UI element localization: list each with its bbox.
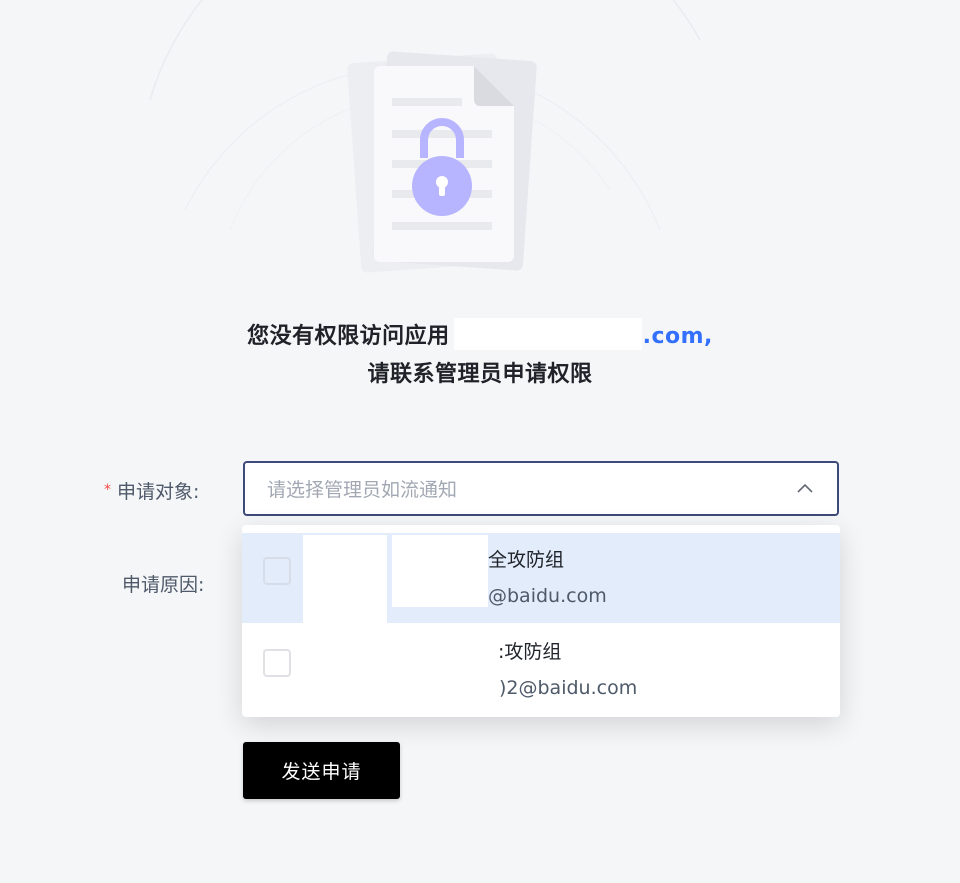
redaction-mask [303,535,387,625]
redaction-mask [392,535,488,607]
redaction-mask [303,625,499,717]
admin-dropdown: 全攻防组 @baidu.com :攻防组 )2@baidu.com [242,525,840,717]
target-label-text: 申请对象: [117,481,200,503]
permission-denied-message: 您没有权限访问应用 .com, [0,318,960,353]
option-group-name: 全攻防组 [488,549,565,571]
redacted-app-name [453,318,642,350]
option-email: @baidu.com [488,585,607,607]
admin-select[interactable]: 请选择管理员如流通知 [243,461,839,516]
option-checkbox[interactable] [263,649,291,677]
permission-page: 您没有权限访问应用 .com, 请联系管理员申请权限 * 申请对象: 请选择管理员如… [0,0,960,883]
contact-admin-message: 请联系管理员申请权限 [367,362,593,387]
option-email: )2@baidu.com [499,677,638,699]
locked-document-icon [347,51,537,273]
message-prefix: 您没有权限访问应用 [247,324,450,349]
reason-label: 申请原因: [122,574,205,596]
target-label: * 申请对象: [104,477,199,504]
submit-request-button[interactable]: 发送申请 [243,742,400,799]
option-group-name: :攻防组 [498,641,562,663]
option-checkbox[interactable] [263,557,291,585]
app-name-suffix: .com, [642,324,713,349]
chevron-up-icon[interactable] [795,479,815,499]
admin-select-placeholder: 请选择管理员如流通知 [267,479,458,501]
required-asterisk: * [104,482,111,498]
